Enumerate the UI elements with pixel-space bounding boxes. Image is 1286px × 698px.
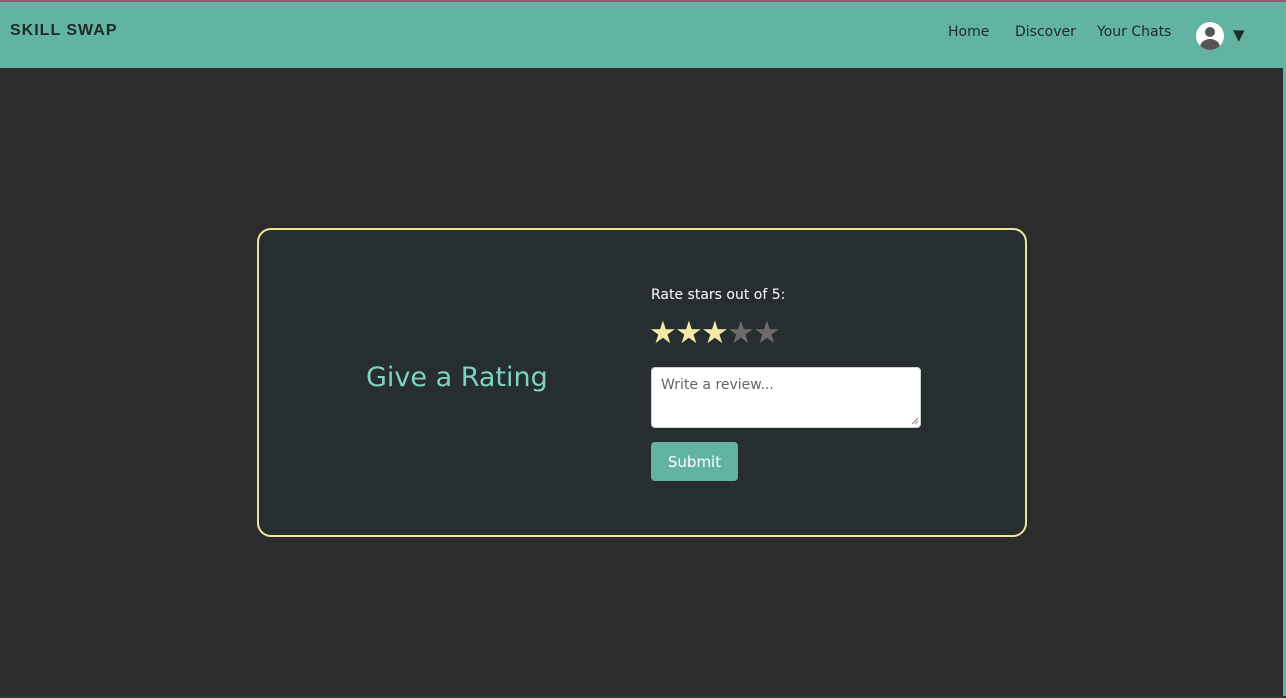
nav-discover-link[interactable]: Discover bbox=[1015, 24, 1076, 40]
star-icon[interactable]: ★ bbox=[675, 317, 703, 349]
star-icon[interactable]: ★ bbox=[727, 317, 755, 349]
avatar-body-shape bbox=[1200, 39, 1220, 50]
review-textarea[interactable] bbox=[651, 367, 921, 428]
chevron-down-icon[interactable]: ▼ bbox=[1233, 26, 1245, 44]
submit-button[interactable]: Submit bbox=[651, 442, 738, 481]
user-circle-icon[interactable] bbox=[1196, 22, 1224, 50]
rate-stars-label: Rate stars out of 5: bbox=[651, 287, 786, 303]
brand-logo[interactable]: SKILL SWAP bbox=[10, 22, 118, 40]
star-icon[interactable]: ★ bbox=[753, 317, 781, 349]
avatar-head-shape bbox=[1205, 27, 1215, 37]
rating-card: Give a Rating Rate stars out of 5: ★ ★ ★ ★ ★… bbox=[257, 228, 1027, 537]
nav-home-link[interactable]: Home bbox=[948, 24, 989, 40]
nav-your-chats-link[interactable]: Your Chats bbox=[1097, 24, 1171, 40]
card-title: Give a Rating bbox=[366, 362, 548, 393]
app-window: SKILL SWAP Home Discover Your Chats ▼ Gi… bbox=[0, 0, 1286, 698]
top-navbar: SKILL SWAP Home Discover Your Chats ▼ bbox=[0, 0, 1286, 68]
star-rating[interactable]: ★ ★ ★ ★ ★ bbox=[649, 317, 781, 349]
star-icon[interactable]: ★ bbox=[701, 317, 729, 349]
star-icon[interactable]: ★ bbox=[649, 317, 677, 349]
